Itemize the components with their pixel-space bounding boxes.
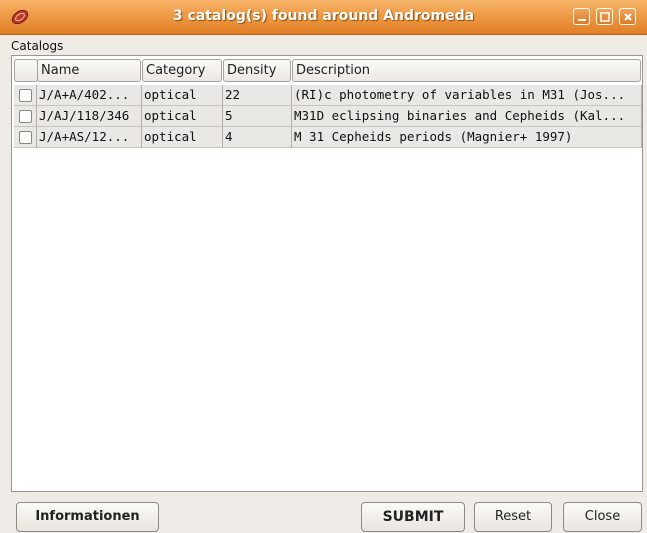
row-checkbox[interactable] (19, 110, 32, 123)
catalog-description-cell[interactable]: M 31 Cepheids periods (Magnier+ 1997) (292, 127, 642, 148)
submit-button[interactable]: SUBMIT (361, 502, 465, 532)
table-row[interactable]: J/A+AS/12... optical 4 M 31 Cepheids per… (14, 127, 642, 148)
catalogs-table[interactable]: Name Category Density Description J/A+A/… (11, 55, 643, 492)
reset-button[interactable]: Reset (474, 502, 552, 532)
maximize-icon (600, 12, 610, 22)
catalog-density-cell[interactable]: 5 (223, 106, 292, 127)
catalog-category-cell[interactable]: optical (142, 106, 223, 127)
close-button[interactable]: Close (563, 502, 642, 532)
row-checkbox[interactable] (19, 131, 32, 144)
informationen-button[interactable]: Informationen (16, 502, 159, 532)
column-header-name[interactable]: Name (37, 59, 141, 82)
catalog-category-cell[interactable]: optical (142, 85, 223, 106)
close-window-button[interactable] (619, 8, 636, 25)
minimize-icon (578, 19, 586, 21)
row-checkbox[interactable] (19, 89, 32, 102)
minimize-button[interactable] (573, 8, 590, 25)
catalog-description-cell[interactable]: M31D eclipsing binaries and Cepheids (Ka… (292, 106, 642, 127)
catalog-name-cell[interactable]: J/AJ/118/346 (37, 106, 142, 127)
row-select-cell[interactable] (14, 85, 37, 106)
close-icon (624, 13, 632, 21)
column-header-select[interactable] (14, 59, 38, 82)
table-row[interactable]: J/A+A/402... optical 22 (RI)c photometry… (14, 85, 642, 106)
maximize-button[interactable] (596, 8, 613, 25)
row-select-cell[interactable] (14, 106, 37, 127)
catalog-category-cell[interactable]: optical (142, 127, 223, 148)
catalog-description-cell[interactable]: (RI)c photometry of variables in M31 (Jo… (292, 85, 642, 106)
window-title: 3 catalog(s) found around Andromeda (172, 8, 475, 24)
column-header-description[interactable]: Description (292, 59, 641, 82)
column-header-density[interactable]: Density (223, 59, 291, 82)
catalog-density-cell[interactable]: 4 (223, 127, 292, 148)
table-row[interactable]: J/AJ/118/346 optical 5 M31D eclipsing bi… (14, 106, 642, 127)
catalog-density-cell[interactable]: 22 (223, 85, 292, 106)
column-header-category[interactable]: Category (142, 59, 222, 82)
catalogs-label: Catalogs (11, 39, 64, 53)
row-select-cell[interactable] (14, 127, 37, 148)
catalog-name-cell[interactable]: J/A+A/402... (37, 85, 142, 106)
title-bar[interactable]: 3 catalog(s) found around Andromeda (0, 0, 647, 35)
catalog-name-cell[interactable]: J/A+AS/12... (37, 127, 142, 148)
